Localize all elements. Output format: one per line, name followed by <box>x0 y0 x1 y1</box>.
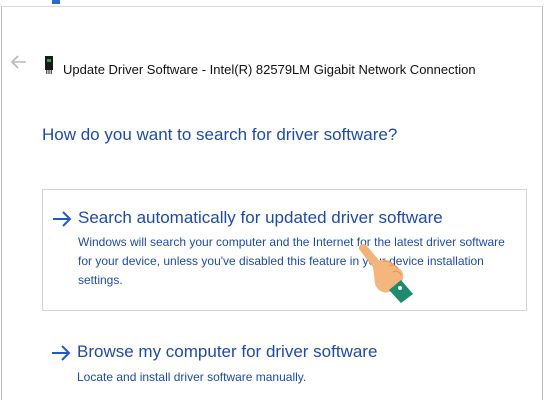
search-automatically-description: Windows will search your computer and th… <box>78 235 505 287</box>
browse-computer-option[interactable]: Browse my computer for driver software L… <box>42 332 527 392</box>
network-adapter-icon <box>44 55 54 75</box>
browse-computer-description: Locate and install driver software manua… <box>77 370 307 384</box>
background-window-fragment <box>52 0 60 4</box>
right-arrow-icon <box>50 344 72 362</box>
update-driver-dialog: Update Driver Software - Intel(R) 82579L… <box>1 6 543 400</box>
browse-computer-title: Browse my computer for driver software <box>77 342 378 361</box>
window-title: Update Driver Software - Intel(R) 82579L… <box>63 62 476 77</box>
right-arrow-icon <box>51 210 73 228</box>
search-automatically-title: Search automatically for updated driver … <box>78 208 443 227</box>
hand-pointer-icon <box>355 242 415 304</box>
screenshot-page: Update Driver Software - Intel(R) 82579L… <box>0 0 550 400</box>
back-arrow-icon[interactable] <box>10 54 28 70</box>
search-automatically-option[interactable]: Search automatically for updated driver … <box>42 189 527 311</box>
page-heading: How do you want to search for driver sof… <box>42 125 398 144</box>
